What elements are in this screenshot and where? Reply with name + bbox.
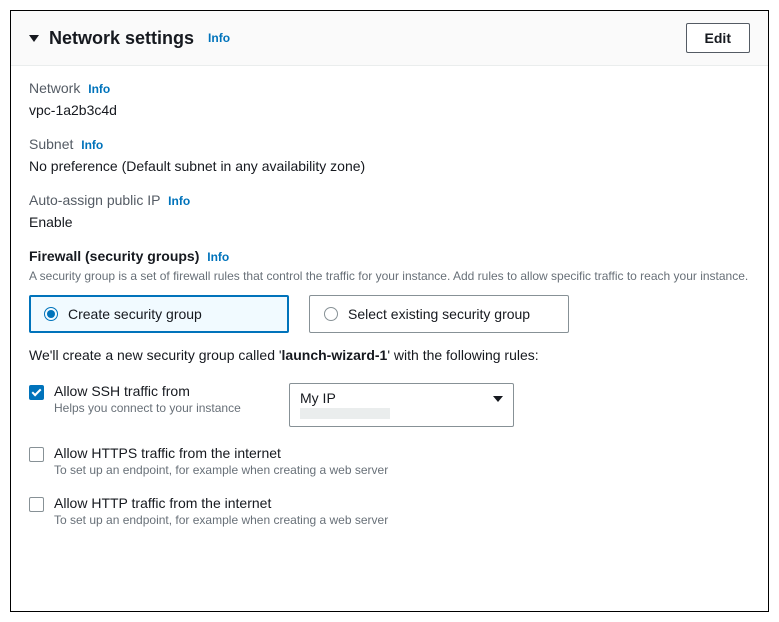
network-label: Network (29, 80, 80, 96)
radio-icon (44, 307, 58, 321)
allow-ssh-desc: Helps you connect to your instance (54, 401, 241, 415)
info-link-header[interactable]: Info (208, 31, 230, 45)
info-link-network[interactable]: Info (88, 82, 110, 96)
firewall-label: Firewall (security groups) (29, 248, 199, 264)
radio-create-label: Create security group (68, 306, 202, 322)
public-ip-field: Auto-assign public IP Info Enable (29, 192, 750, 230)
public-ip-label: Auto-assign public IP (29, 192, 160, 208)
subnet-value: No preference (Default subnet in any ava… (29, 158, 750, 174)
network-field: Network Info vpc-1a2b3c4d (29, 80, 750, 118)
edit-button[interactable]: Edit (686, 23, 750, 53)
ssh-source-ip-placeholder (300, 408, 390, 419)
subnet-field: Subnet Info No preference (Default subne… (29, 136, 750, 174)
info-link-public-ip[interactable]: Info (168, 194, 190, 208)
allow-ssh-label: Allow SSH traffic from (54, 383, 241, 399)
network-settings-panel: Network settings Info Edit Network Info … (10, 10, 769, 612)
allow-https-desc: To set up an endpoint, for example when … (54, 463, 388, 477)
firewall-desc: A security group is a set of firewall ru… (29, 268, 750, 285)
firewall-field: Firewall (security groups) Info A securi… (29, 248, 750, 285)
radio-existing-label: Select existing security group (348, 306, 530, 322)
checkmark-icon (32, 386, 42, 396)
info-link-subnet[interactable]: Info (81, 138, 103, 152)
info-link-firewall[interactable]: Info (207, 250, 229, 264)
chevron-down-icon (493, 396, 503, 402)
panel-header: Network settings Info Edit (11, 11, 768, 66)
collapse-caret-icon[interactable] (29, 35, 39, 42)
checkbox-allow-ssh[interactable] (29, 385, 44, 400)
allow-https-label: Allow HTTPS traffic from the internet (54, 445, 388, 461)
allow-http-label: Allow HTTP traffic from the internet (54, 495, 388, 511)
allow-http-desc: To set up an endpoint, for example when … (54, 513, 388, 527)
ssh-source-value: My IP (300, 390, 503, 406)
checkbox-allow-http[interactable] (29, 497, 44, 512)
radio-create-security-group[interactable]: Create security group (29, 295, 289, 333)
subnet-label: Subnet (29, 136, 73, 152)
panel-title: Network settings (49, 28, 194, 49)
checkbox-allow-https[interactable] (29, 447, 44, 462)
public-ip-value: Enable (29, 214, 750, 230)
radio-select-existing-security-group[interactable]: Select existing security group (309, 295, 569, 333)
security-group-name: launch-wizard-1 (282, 347, 388, 363)
radio-icon (324, 307, 338, 321)
network-value: vpc-1a2b3c4d (29, 102, 750, 118)
ssh-source-select[interactable]: My IP (289, 383, 514, 427)
security-group-sentence: We'll create a new security group called… (29, 347, 750, 363)
